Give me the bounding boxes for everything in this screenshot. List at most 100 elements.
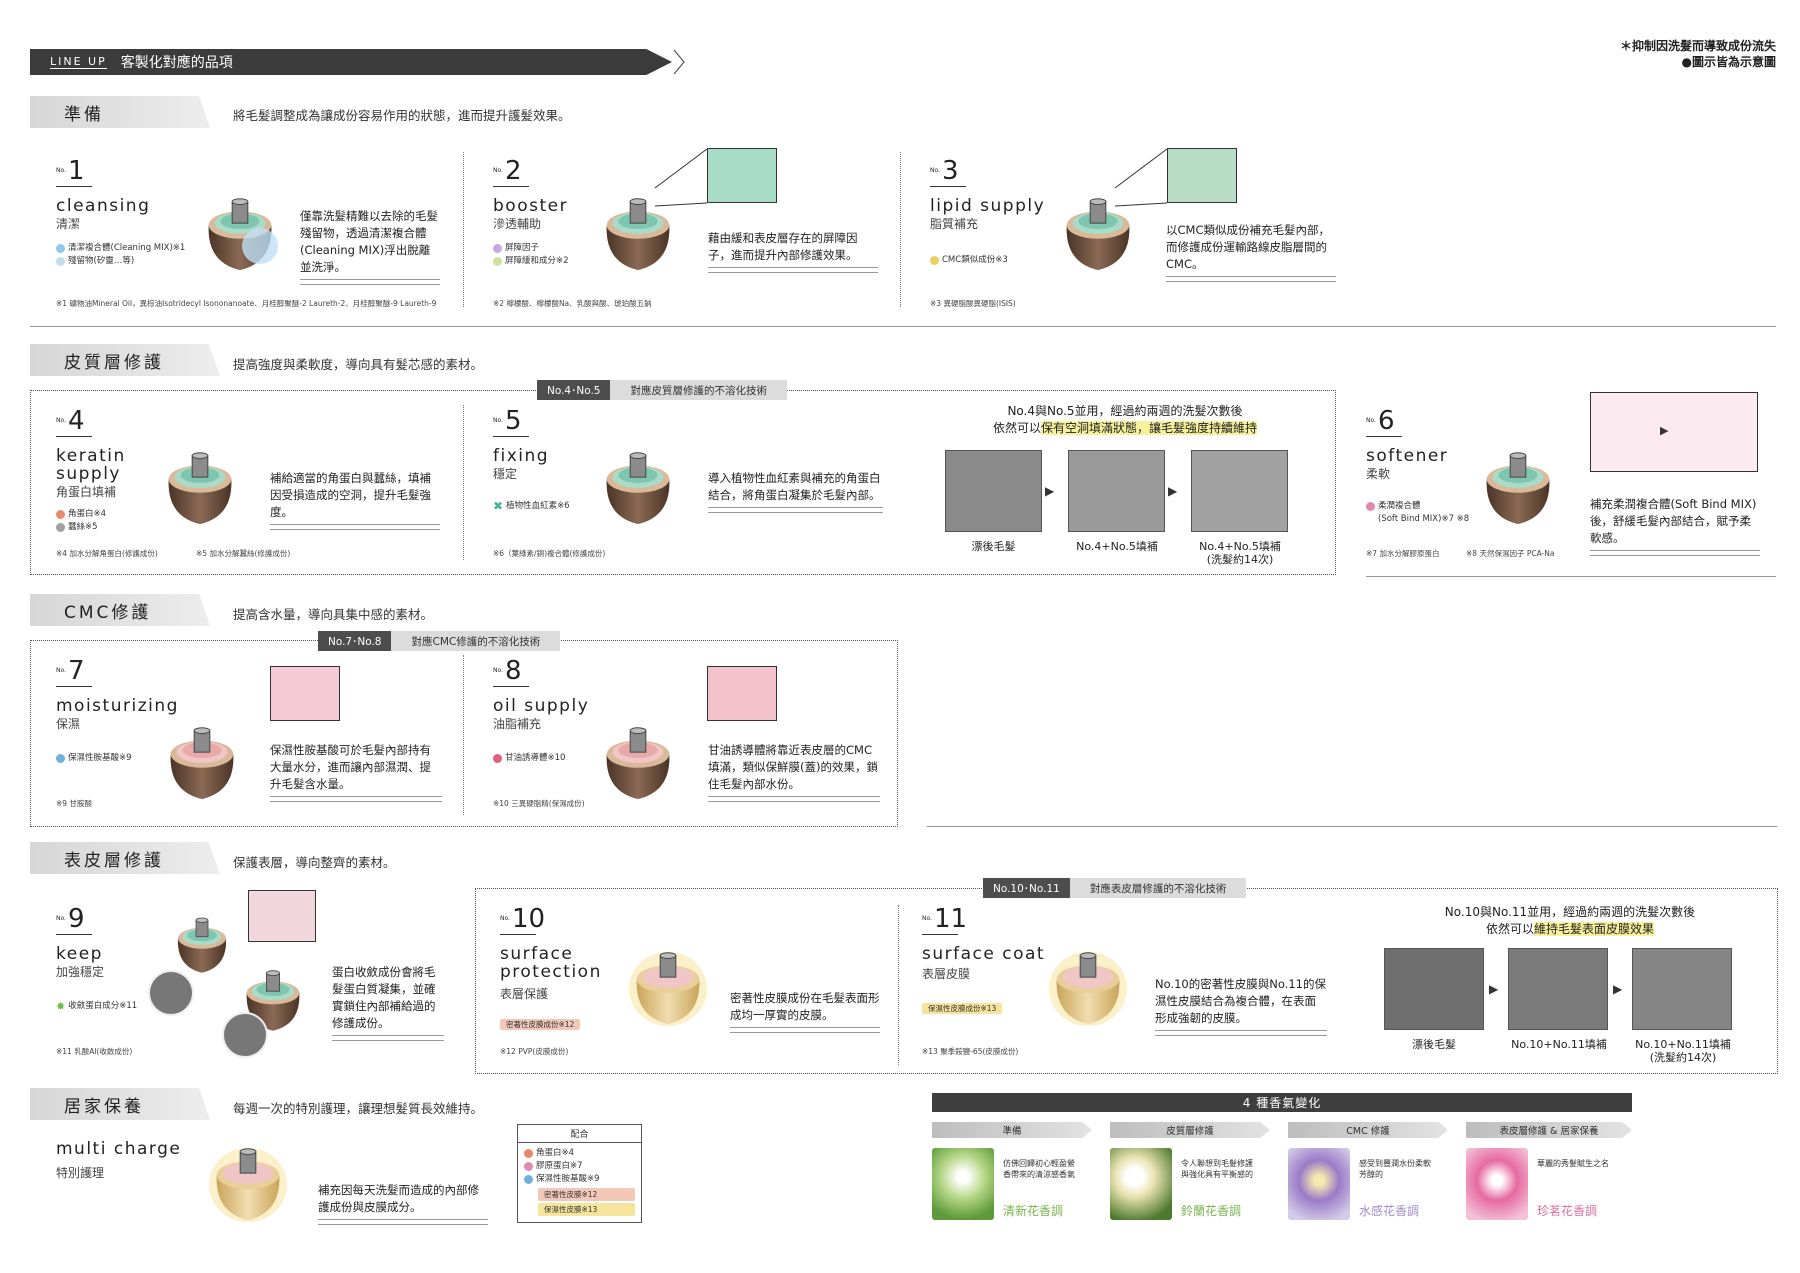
sem-image xyxy=(945,450,1042,532)
soft-bind-icon xyxy=(1366,502,1375,511)
lineup-label: LINE UP xyxy=(50,54,107,69)
sem-image xyxy=(1068,450,1165,532)
banner-arrow-icon xyxy=(673,49,685,75)
compare-no10-no11: No.10與No.11並用，經過約兩週的洗髮次數後 依然可以維持毛髮表面皮膜效果 xyxy=(1444,905,1696,936)
residue-icon xyxy=(56,257,65,266)
sem-image xyxy=(1508,948,1608,1030)
section-home-desc: 每週一次的特別護理，讓理想髮質長效維持。 xyxy=(233,1101,484,1116)
product-multi-charge: multi charge 特別護理 xyxy=(56,1139,182,1180)
barrier-factor-icon xyxy=(493,244,502,253)
product-7: No.7 moisturizing 保濕 保濕性胺基酸※9 xyxy=(56,656,179,763)
zoom-detail xyxy=(707,666,777,721)
sem-zoom xyxy=(148,970,194,1016)
cleaning-mix-icon xyxy=(56,244,65,253)
tag-no7-no8: No.7･No.8 對應CMC修護的不溶化技術 xyxy=(318,631,561,651)
cmc-similar-icon xyxy=(930,256,939,265)
section-cmc-title: CMC修護 xyxy=(30,594,210,626)
footnote-2: ※2 檸檬酸、檸檬酸Na、乳酸與酸、琥珀酸五鈉 xyxy=(493,299,652,308)
arrow-right-icon: ▶ xyxy=(1168,484,1178,498)
arrow-right-icon: ▶ xyxy=(1660,424,1669,437)
compare-no4-no5: No.4與No.5並用，經過約兩週的洗髮次數後 依然可以保有空洞填滿狀態，讓毛髮… xyxy=(992,404,1258,435)
hair-cross-section-icon xyxy=(162,715,242,803)
sem-image xyxy=(1384,948,1484,1030)
section-cortex-title: 皮質層修護 xyxy=(30,344,220,376)
product-1: No.1 cleansing 清潔 清潔複合體(Cleaning MIX)※1 … xyxy=(56,156,186,266)
product-3: No.3 lipid supply 脂質補充 CMC類似成份※3 xyxy=(930,156,1046,265)
product-5: No.5 fixing 穩定 ✖ 植物性血紅素※6 xyxy=(493,406,570,513)
scents-title: 4 種香氣變化 xyxy=(932,1093,1632,1112)
product-6-desc: 補充柔潤複合體(Soft Bind MIX)後，舒緩毛髮內部結合，賦予柔軟感。 xyxy=(1590,496,1760,556)
section-home-title: 居家保養 xyxy=(30,1088,210,1120)
hair-cross-section-icon xyxy=(1478,440,1558,528)
lineup-banner: LINE UP 客製化對應的品項 xyxy=(30,49,672,75)
section-cmc-desc: 提高含水量，導向具集中感的素材。 xyxy=(233,607,434,622)
product-11-desc: No.10的密著性皮膜與No.11的保濕性皮膜結合為複合體，在表面形成強韌的皮膜… xyxy=(1155,976,1327,1036)
silk-icon xyxy=(56,523,65,532)
hair-cross-section-icon xyxy=(628,940,708,1028)
scent-cat-cuticle: 表皮層修護 & 居家保養 xyxy=(1466,1122,1632,1138)
amino-acid-icon xyxy=(56,754,65,763)
zoom-detail xyxy=(270,666,340,721)
astringent-icon: ✸ xyxy=(56,1000,66,1013)
jasmine-image xyxy=(1110,1148,1172,1220)
arrow-right-icon: ▶ xyxy=(1045,484,1055,498)
scent-cat-prep: 準備 xyxy=(932,1122,1092,1138)
product-7-desc: 保濕性胺基酸可於毛髮內部持有大量水分，進而讓內部濕潤、提升毛髮含水量。 xyxy=(270,742,442,802)
amino-acid-icon xyxy=(524,1175,533,1184)
product-8-desc: 甘油誘導體將靠近表皮層的CMC填滿，類似保鮮膜(蓋)的效果，鎖住毛髮內部水份。 xyxy=(708,742,880,802)
sem-image xyxy=(1632,948,1732,1030)
scent-cat-cortex: 皮質層修護 xyxy=(1110,1122,1270,1138)
section-prep-desc: 將毛髮調整成為讓成份容易作用的狀態，進而提升護髮效果。 xyxy=(233,108,571,123)
keratin-icon xyxy=(56,510,65,519)
hair-cross-section-icon xyxy=(172,908,232,976)
sem-zoom xyxy=(222,1012,268,1058)
lineup-title: 客製化對應的品項 xyxy=(120,55,233,71)
zoom-detail xyxy=(707,148,777,203)
product-10-desc: 密著性皮膜成份在毛髮表面形成均一厚實的皮膜。 xyxy=(730,990,880,1033)
product-3-desc: 以CMC類似成份補充毛髮內部，而修護成份運輸路線皮脂層間的CMC。 xyxy=(1166,222,1336,282)
zoom-detail xyxy=(248,890,316,942)
arrow-right-icon: ▶ xyxy=(1489,982,1499,996)
product-2: No.2 booster 滲透輔助 屏障因子 屏障緩和成分※2 xyxy=(493,156,569,266)
hemoglobin-icon: ✖ xyxy=(493,499,504,513)
product-8: No.8 oil supply 油脂補充 甘油誘導體※10 xyxy=(493,656,590,763)
collagen-icon xyxy=(524,1162,533,1171)
product-4: No.4 keratin supply 角蛋白填補 角蛋白※4 蠶絲※5 xyxy=(56,406,126,532)
zoom-detail xyxy=(1590,392,1758,472)
scent-cat-cmc: CMC 修護 xyxy=(1288,1122,1448,1138)
hair-cross-section-icon xyxy=(208,1136,288,1224)
product-4-desc: 補給適當的角蛋白與蠶絲，填補因受損造成的空洞，提升毛髮強度。 xyxy=(270,470,440,530)
hair-cross-section-icon xyxy=(1048,940,1128,1028)
section-cortex-desc: 提高強度與柔軟度，導向具有髮芯感的素材。 xyxy=(233,357,484,372)
product-2-desc: 藉由緩和表皮層存在的屏障因子，進而提升內部修護效果。 xyxy=(708,230,878,273)
section-cuticle-title: 表皮層修護 xyxy=(30,842,220,874)
top-note: ＊抑制因洗髮而導致成份流失 ●圖示皆為示意圖 xyxy=(1619,39,1776,69)
footnote-1: ※1 礦物油Mineral Oil，異棕油Isotridecyl Isonona… xyxy=(56,299,437,308)
section-prep-title: 準備 xyxy=(30,96,210,128)
sem-image xyxy=(1191,450,1288,532)
product-9-desc: 蛋白收斂成份會將毛髮蛋白質凝集，並確實鎖住內部補給過的修護成份。 xyxy=(332,964,444,1041)
section-cuticle-desc: 保護表層，導向整齊的素材。 xyxy=(233,855,396,870)
mix-table: 配合 角蛋白※4 膠原蛋白※7 保濕性胺基酸※9 密著性皮膜※12 保濕性皮膜※… xyxy=(517,1124,642,1223)
hair-cross-section-icon xyxy=(598,715,678,803)
lily-of-valley-image xyxy=(932,1148,994,1220)
product-1-desc: 僅靠洗髮精難以去除的毛髮殘留物，透過清潔複合體(Cleaning MIX)浮出脫… xyxy=(300,208,440,285)
footnote-3: ※3 異硬脂酸異硬脂(ISIS) xyxy=(930,299,1016,308)
tag-no4-no5: No.4･No.5 對應皮質層修護的不溶化技術 xyxy=(537,380,787,400)
hair-cross-section-icon xyxy=(160,440,240,528)
hair-cross-section-icon xyxy=(598,440,678,528)
product-11: No.11 surface coat 表層皮膜 保濕性皮膜成份※13 xyxy=(922,904,1046,1014)
crocus-image xyxy=(1288,1148,1350,1220)
product-multi-charge-desc: 補充因每天洗髮而造成的內部修護成份與皮膜成分。 xyxy=(318,1182,488,1225)
product-10: No.10 surface protection 表層保護 密著性皮膜成份※12 xyxy=(500,904,602,1030)
barrier-relief-icon xyxy=(493,257,502,266)
hair-cross-section-icon xyxy=(200,186,278,274)
product-9: No.9 keep 加強穩定 ✸ 收斂蛋白成分※11 xyxy=(56,904,138,1013)
tag-no10-no11: No.10･No.11 對應表皮層修護的不溶化技術 xyxy=(983,878,1247,898)
zoom-detail xyxy=(1167,148,1237,203)
arrow-right-icon: ▶ xyxy=(1613,982,1623,996)
glycerin-icon xyxy=(493,754,502,763)
keratin-icon xyxy=(524,1149,533,1158)
orchid-image xyxy=(1466,1148,1528,1220)
product-6: No.6 softener 柔軟 柔潤複合體 (Soft Bind MIX)※7… xyxy=(1366,406,1470,524)
